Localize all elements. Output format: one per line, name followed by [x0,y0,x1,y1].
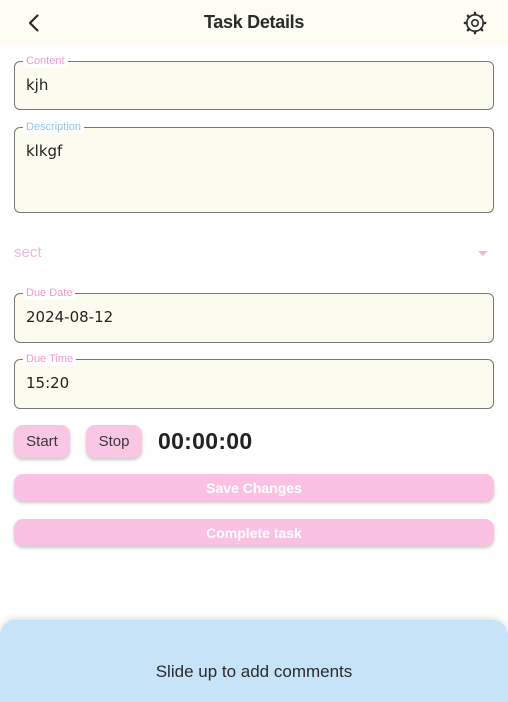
section-dropdown[interactable]: sect [14,240,494,266]
due-time-label: Due Time [23,352,77,366]
content-value: kjh [26,76,49,94]
due-date-field[interactable]: Due Date 2024-08-12 [14,286,494,343]
due-date-label: Due Date [23,286,76,300]
settings-button[interactable] [463,11,487,35]
bottom-sheet-hint: Slide up to add comments [155,662,353,681]
section-dropdown-value: sect [14,244,42,261]
content-field[interactable]: Content kjh [14,54,494,110]
save-changes-button[interactable]: Save Changes [14,474,494,501]
app-bar: Task Details [0,0,508,45]
due-time-value: 15:20 [26,374,70,392]
page-title: Task Details [203,12,305,32]
description-label: Description [23,120,85,134]
description-value: klkgf [26,142,63,160]
comments-bottom-sheet[interactable]: Slide up to add comments [0,620,508,702]
due-date-value: 2024-08-12 [26,308,114,326]
due-time-field[interactable]: Due Time 15:20 [14,352,494,409]
gear-icon [463,11,487,35]
content-label: Content [23,54,68,68]
stop-timer-button[interactable]: Stop [86,425,142,458]
task-details-screen: Task Details Content kjh Description klk… [0,0,508,702]
timer-display: 00:00:00 [158,428,253,454]
caret-down-icon [478,251,488,256]
complete-task-button[interactable]: Complete task [14,519,494,546]
start-timer-button[interactable]: Start [14,425,70,458]
description-field[interactable]: Description klkgf [14,120,494,213]
